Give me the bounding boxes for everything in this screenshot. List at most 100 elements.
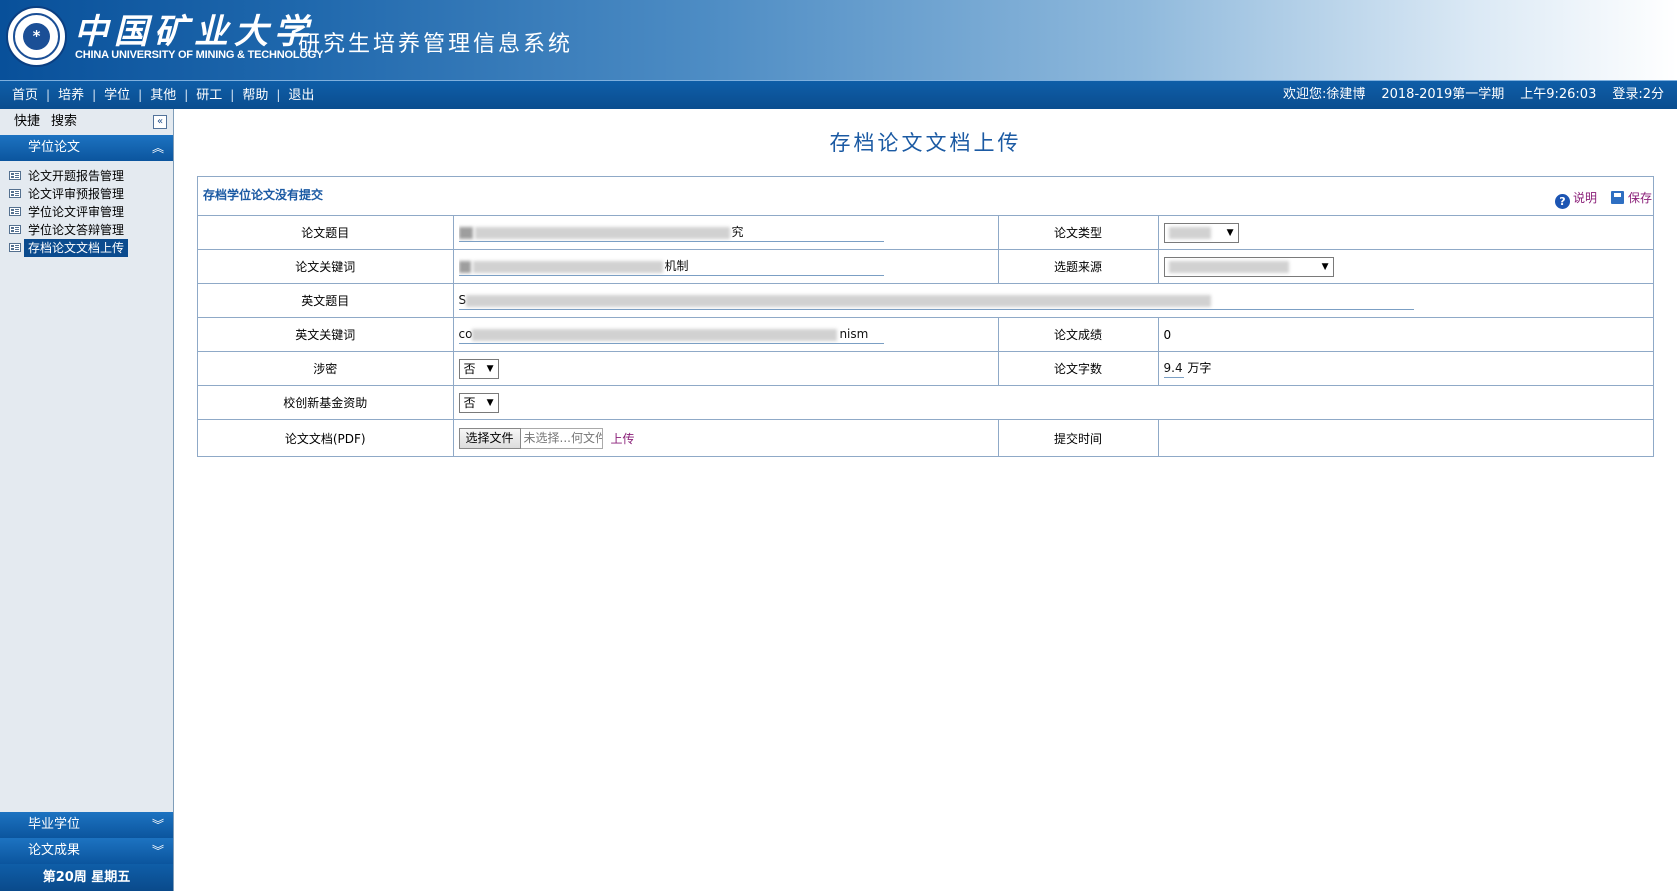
cell-keywords: 机制: [453, 249, 999, 284]
label-grade: 论文成绩: [998, 317, 1159, 352]
keywords-visible-tail: 机制: [664, 259, 689, 273]
nav-separator: |: [92, 88, 97, 102]
redacted-text: [472, 328, 838, 341]
sidebar-item-label: 学位论文答辩管理: [28, 223, 125, 237]
search-tab[interactable]: 搜索: [51, 109, 77, 135]
nav-training[interactable]: 培养: [58, 88, 84, 103]
thesis-form-table: 论文题目 究 论文类型 ▼ 论文关键词 机制 选题来源 ▼ 英文题目 S 英文关…: [198, 216, 1653, 456]
main-content: 存档论文文档上传 存档学位论文没有提交 ? 说明 保存 论文题目 究 论文类型 ▼…: [174, 109, 1677, 891]
label-fund: 校创新基金资助: [198, 385, 454, 420]
term-text: 2018-2019第一学期: [1381, 87, 1505, 102]
select-value: [1168, 260, 1291, 274]
thesis-type-select[interactable]: ▼: [1163, 222, 1239, 243]
section-graduation[interactable]: 毕业学位 ︾: [0, 812, 173, 838]
header-banner: * 中国矿业大学 CHINA UNIVERSITY OF MINING & TE…: [0, 0, 1677, 80]
save-label: 保存: [1628, 191, 1653, 205]
redacted-text: [1168, 261, 1289, 273]
section-degree-thesis[interactable]: 学位论文 ︽: [0, 135, 173, 161]
file-name-field: 未选择...何文件: [520, 427, 603, 449]
form-row: 涉密 否 ▼ 论文字数 9.4 万字: [198, 351, 1653, 386]
thesis-grade-value: 0: [1158, 317, 1653, 352]
cell-en-title: S: [453, 283, 1653, 318]
quick-tab[interactable]: 快捷: [14, 109, 40, 135]
en-keywords-visible-head: co: [458, 327, 473, 341]
label-submit-time: 提交时间: [998, 419, 1159, 456]
form-row: 论文文档(PDF) 选择文件 未选择...何文件 上传 提交时间: [198, 419, 1653, 456]
nav-help[interactable]: 帮助: [242, 88, 268, 103]
sidebar-item-pre-review[interactable]: 论文评审预报管理: [0, 185, 173, 203]
label-en-keywords: 英文关键词: [198, 317, 454, 352]
university-seal-logo: *: [6, 6, 67, 67]
sidebar-item-defense[interactable]: 学位论文答辩管理: [0, 221, 173, 239]
nav-separator: |: [276, 88, 281, 102]
collapse-sidebar-icon[interactable]: «: [153, 115, 167, 129]
section-label: 论文成果: [28, 843, 81, 858]
english-title-input[interactable]: S: [458, 291, 1414, 310]
thesis-title-input[interactable]: 究: [458, 223, 884, 242]
label-en-title: 英文题目: [198, 283, 454, 318]
select-value: [1168, 226, 1213, 240]
sidebar-quickbar: 快捷 搜索 «: [0, 109, 173, 135]
help-button[interactable]: ? 说明: [1555, 189, 1597, 209]
section-label: 学位论文: [28, 140, 81, 155]
list-icon: [9, 207, 21, 216]
nav-logout[interactable]: 退出: [288, 88, 314, 103]
form-row: 论文题目 究 论文类型 ▼: [198, 216, 1653, 250]
nav-research[interactable]: 研工: [196, 88, 222, 103]
nav-home[interactable]: 首页: [12, 88, 38, 103]
list-icon: [9, 225, 21, 234]
confidential-select[interactable]: 否 ▼: [458, 358, 499, 379]
redacted-text: [458, 226, 473, 239]
cell-source: ▼: [1158, 249, 1653, 284]
user-status: 欢迎您:徐建博 2018-2019第一学期 上午9:26:03 登录:2分: [1283, 81, 1664, 109]
cell-word-count: 9.4 万字: [1158, 351, 1653, 386]
form-row: 英文题目 S: [198, 283, 1653, 318]
sidebar-item-label: 学位论文评审管理: [28, 205, 125, 219]
form-row: 英文关键词 co nism 论文成绩 0: [198, 317, 1653, 352]
nav-other[interactable]: 其他: [150, 88, 176, 103]
nav-separator: |: [138, 88, 143, 102]
redacted-text: [1168, 227, 1211, 239]
sidebar-nav-list: 论文开题报告管理 论文评审预报管理 学位论文评审管理 学位论文答辩管理 存档论文…: [0, 161, 173, 257]
save-icon: [1611, 191, 1624, 204]
help-icon: ?: [1555, 194, 1570, 209]
sidebar-item-archive-upload[interactable]: 存档论文文档上传: [0, 239, 173, 257]
label-secret: 涉密: [198, 351, 454, 386]
list-icon: [9, 243, 21, 252]
innovation-fund-select[interactable]: 否 ▼: [458, 392, 499, 413]
redacted-text: [474, 226, 730, 239]
list-icon: [9, 171, 21, 180]
save-button[interactable]: 保存: [1611, 189, 1652, 206]
keywords-input[interactable]: 机制: [458, 257, 884, 276]
english-keywords-input[interactable]: co nism: [458, 325, 884, 344]
topic-source-select[interactable]: ▼: [1163, 256, 1334, 277]
sidebar-item-review[interactable]: 学位论文评审管理: [0, 203, 173, 221]
sidebar: 快捷 搜索 « 学位论文 ︽ 论文开题报告管理 论文评审预报管理 学位论文评审管…: [0, 109, 174, 891]
top-menu: 首页 | 培养 | 学位 | 其他 | 研工 | 帮助 | 退出: [12, 81, 314, 109]
cell-en-keywords: co nism: [453, 317, 999, 352]
cell-pdf: 选择文件 未选择...何文件 上传: [453, 419, 999, 456]
en-title-visible-head: S: [458, 293, 467, 307]
choose-file-button[interactable]: 选择文件: [458, 427, 521, 449]
en-keywords-visible-tail: nism: [839, 327, 869, 341]
cell-fund: 否 ▼: [453, 385, 1653, 420]
chevron-down-icon: ︾: [152, 818, 165, 832]
cell-secret: 否 ▼: [453, 351, 999, 386]
select-value: 否: [463, 361, 476, 376]
sidebar-item-proposal[interactable]: 论文开题报告管理: [0, 167, 173, 185]
label-keywords: 论文关键词: [198, 249, 454, 284]
nav-separator: |: [230, 88, 235, 102]
sidebar-item-label: 存档论文文档上传: [24, 239, 129, 257]
dropdown-arrow-icon: ▼: [486, 397, 494, 408]
school-name-en: CHINA UNIVERSITY OF MINING & TECHNOLOGY: [75, 49, 324, 61]
section-label: 毕业学位: [28, 817, 81, 832]
upload-link[interactable]: 上传: [611, 432, 635, 446]
dropdown-arrow-icon: ▼: [1321, 261, 1329, 272]
word-count-input[interactable]: 9.4: [1163, 359, 1184, 378]
section-achievements[interactable]: 论文成果 ︾: [0, 838, 173, 864]
redacted-text: [458, 260, 471, 273]
school-name-cn: 中国矿业大学: [74, 12, 314, 52]
clock-text: 上午9:26:03: [1520, 87, 1597, 102]
week-indicator: 第20周 星期五: [0, 864, 173, 891]
nav-degree[interactable]: 学位: [104, 88, 130, 103]
